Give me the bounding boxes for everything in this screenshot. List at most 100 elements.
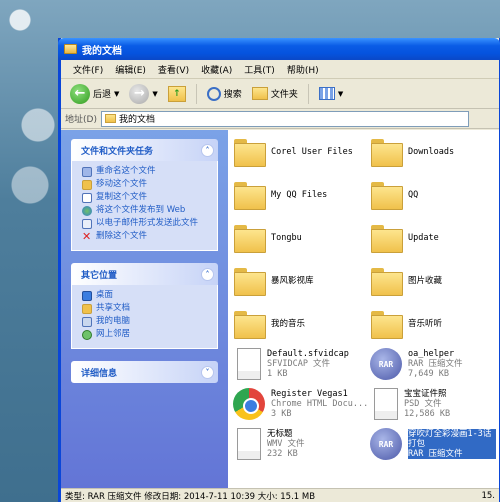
place-shared-docs[interactable]: 共享文档 [82,303,211,314]
computer-icon [82,317,92,327]
file-item-pictures[interactable]: 图片收藏 [370,265,442,297]
task-copy[interactable]: 复制这个文件 [82,192,211,203]
toolbar: ← 后退 ▼ → ▼ ↑ 搜索 文件夹 ▼ [61,79,499,109]
details-panel: 详细信息 ˅ [71,361,218,383]
file-name: 暴风影视库 [271,276,314,286]
forward-arrow-icon: → [129,83,150,104]
file-item-qq[interactable]: QQ [370,179,418,211]
menu-tools[interactable]: 工具(T) [238,63,281,76]
other-places-title: 其它位置 [81,270,118,281]
file-type: WMV 文件 [267,439,305,449]
file-size: 1 KB [267,369,288,379]
other-places-panel: 其它位置 ˄ 桌面 共享文档 我的电脑 网上邻居 [71,263,218,349]
file-item-register-vegas[interactable]: Register Vegas1 Chrome HTML Docu... 3 KB [233,388,368,420]
folder-icon [370,308,403,340]
rar-archive-icon: RAR [370,348,402,380]
document-icon [237,348,261,380]
file-name: 穿吹灯全彩漫画1-3话打包 [408,429,496,449]
file-item-update[interactable]: Update [370,222,439,254]
task-label: 以电子邮件形式发送此文件 [96,218,199,228]
forward-button[interactable]: → ▼ [126,82,160,106]
file-size: 232 KB [267,449,298,459]
back-label: 后退 [93,90,112,100]
search-icon [206,86,221,101]
address-value: 我的文档 [118,115,155,125]
search-label: 搜索 [223,90,242,100]
file-name: 我的音乐 [271,319,306,329]
file-item-downloads[interactable]: Downloads [370,136,454,168]
address-bar: 地址(D) 我的文档 [61,109,499,129]
delete-icon: ✕ [82,230,92,243]
collapse-icon[interactable]: ˄ [201,267,214,281]
file-item-baofeng[interactable]: 暴风影视库 [233,265,314,297]
task-label: 复制这个文件 [96,192,148,202]
task-email[interactable]: 以电子邮件形式发送此文件 [82,218,211,229]
toolbar-separator [195,83,197,104]
up-button[interactable]: ↑ [165,84,189,104]
file-name: oa_helper [408,349,455,359]
task-move[interactable]: 移动这个文件 [82,179,211,190]
globe-icon [82,206,92,216]
file-name: Corel User Files [271,147,353,157]
file-item-oa-helper[interactable]: RAR oa_helper RAR 压缩文件 7,649 KB [370,348,462,380]
place-desktop[interactable]: 桌面 [82,290,211,301]
folder-icon [233,265,266,297]
expand-icon[interactable]: ˅ [201,365,214,379]
folder-icon [370,136,403,168]
file-name: Downloads [408,147,455,157]
task-rename[interactable]: 重命名这个文件 [82,166,211,177]
file-item-tongbu[interactable]: Tongbu [233,222,302,254]
file-list: Corel User Files Downloads My QQ Files Q… [228,130,499,488]
task-delete[interactable]: ✕ 删除这个文件 [82,231,211,242]
folders-icon [251,87,268,100]
title-bar[interactable]: 我的文档 [58,38,500,60]
file-item-comic-rar-selected[interactable]: RAR 穿吹灯全彩漫画1-3话打包 RAR 压缩文件 [370,428,499,460]
folders-label: 文件夹 [270,90,298,100]
file-item-untitled-wmv[interactable]: 无标题 WMV 文件 232 KB [233,428,304,460]
psd-file-icon [374,388,398,420]
file-type: SFVIDCAP 文件 [267,359,331,369]
file-item-baby-photo[interactable]: 宝宝证件照 PSD 文件 12,586 KB [370,388,450,420]
file-tasks-header[interactable]: 文件和文件夹任务 ˄ [71,139,218,161]
place-network[interactable]: 网上邻居 [82,329,211,340]
address-label: 地址(D) [65,115,97,125]
place-my-computer[interactable]: 我的电脑 [82,316,211,327]
back-button[interactable]: ← 后退 ▼ [67,82,122,106]
file-item-default-sfvidcap[interactable]: Default.sfvidcap SFVIDCAP 文件 1 KB [233,348,349,380]
other-places-header[interactable]: 其它位置 ˄ [71,263,218,285]
move-icon [82,180,92,190]
file-item-myqq[interactable]: My QQ Files [233,179,327,211]
details-header[interactable]: 详细信息 ˅ [71,361,218,383]
folders-button[interactable]: 文件夹 [249,85,301,102]
file-item-music[interactable]: 我的音乐 [233,308,305,340]
address-field[interactable]: 我的文档 [100,110,469,127]
search-button[interactable]: 搜索 [204,85,245,103]
file-name: 音乐听听 [408,319,443,329]
menu-help[interactable]: 帮助(H) [281,63,325,76]
menu-bar: 文件(F) 编辑(E) 查看(V) 收藏(A) 工具(T) 帮助(H) [61,60,499,79]
file-item-music-listen[interactable]: 音乐听听 [370,308,442,340]
file-tasks-panel: 文件和文件夹任务 ˄ 重命名这个文件 移动这个文件 复制这个文件 将这个文件发布… [71,139,218,251]
views-icon [318,87,335,100]
menu-view[interactable]: 查看(V) [152,63,195,76]
file-size: 3 KB [271,409,292,419]
menu-favorites[interactable]: 收藏(A) [195,63,238,76]
task-label: 移动这个文件 [96,179,148,189]
details-title: 详细信息 [81,368,118,379]
place-label: 桌面 [96,290,114,300]
chevron-down-icon: ▼ [152,89,158,98]
views-button[interactable]: ▼ [316,85,346,102]
file-item-corel[interactable]: Corel User Files [233,136,353,168]
menu-edit[interactable]: 编辑(E) [109,63,152,76]
status-text: 类型: RAR 压缩文件 修改日期: 2014-7-11 10:39 大小: 1… [65,491,316,502]
file-type: RAR 压缩文件 [408,449,496,459]
desktop-icon [82,291,92,301]
place-label: 我的电脑 [96,316,131,326]
back-arrow-icon: ← [70,83,90,104]
chevron-down-icon: ▼ [114,89,120,98]
menu-file[interactable]: 文件(F) [67,63,109,76]
status-bar: 类型: RAR 压缩文件 修改日期: 2014-7-11 10:39 大小: 1… [61,488,499,502]
collapse-icon[interactable]: ˄ [201,143,214,157]
task-publish[interactable]: 将这个文件发布到 Web [82,205,211,216]
window-title: 我的文档 [82,45,122,57]
